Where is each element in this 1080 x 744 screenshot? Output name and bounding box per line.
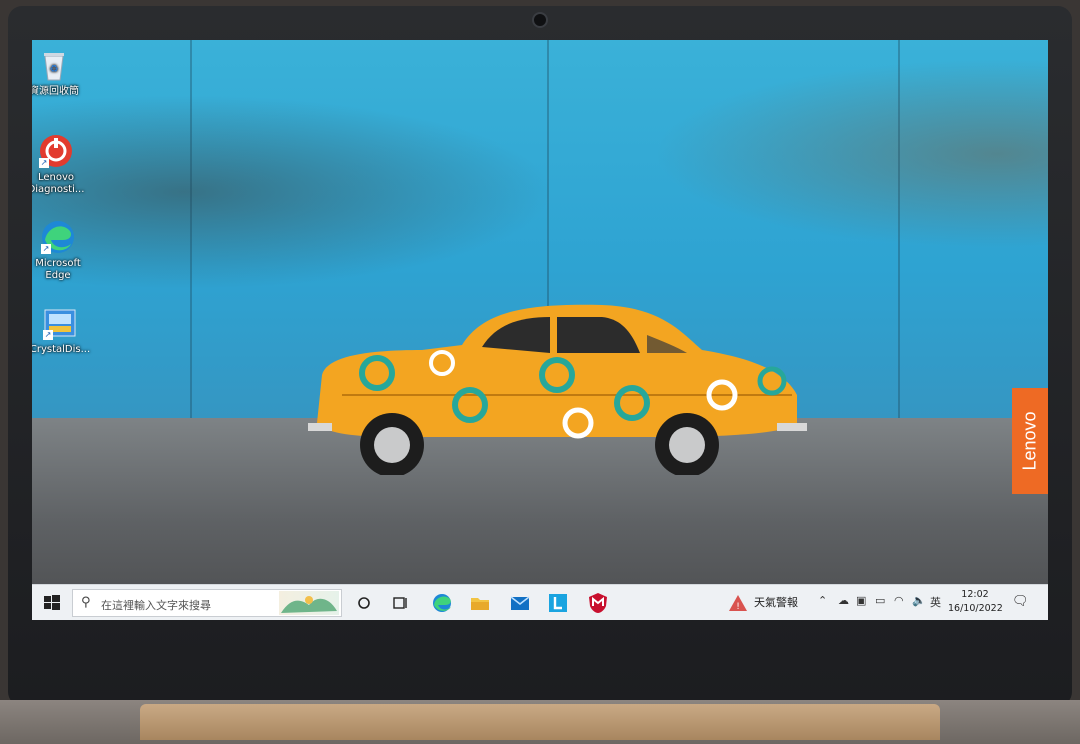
desktop-icon-recycle-bin[interactable]: ♻ 資源回收筒 bbox=[32, 48, 85, 98]
volume-icon[interactable]: 🔈 bbox=[912, 594, 926, 607]
wall-seam bbox=[898, 40, 900, 420]
taskbar-file-explorer[interactable] bbox=[468, 591, 492, 615]
folder-icon bbox=[471, 598, 489, 610]
taskbar-mcafee[interactable] bbox=[586, 591, 610, 615]
clock-time: 12:02 bbox=[961, 589, 989, 600]
taskbar-search-box[interactable]: ⚲ 在這裡輸入文字來搜尋 bbox=[72, 589, 342, 617]
desktop-icon-label: CrystalDis... bbox=[32, 344, 91, 355]
search-highlight-art bbox=[279, 591, 339, 615]
lenovo-diagnostics-icon: ↗ bbox=[39, 134, 73, 168]
svg-text:♻: ♻ bbox=[50, 64, 59, 75]
crystaldisk-icon: ↗ bbox=[43, 306, 77, 340]
task-view-icon bbox=[393, 597, 407, 609]
desktop-icon-label: Microsoft Edge bbox=[35, 258, 81, 281]
wallpaper-car bbox=[308, 304, 807, 475]
chevron-up-icon[interactable]: ⌃ bbox=[818, 594, 827, 607]
lenovo-brand-tab: Lenovo bbox=[1012, 388, 1048, 494]
desktop-icon-label: Lenovo Diagnosti... bbox=[32, 172, 85, 195]
battery-icon[interactable]: ▭ bbox=[875, 594, 885, 607]
shortcut-arrow-icon: ↗ bbox=[41, 244, 51, 254]
clock-date: 16/10/2022 bbox=[948, 603, 1003, 614]
ime-language-indicator[interactable]: 英 bbox=[930, 594, 941, 610]
shortcut-arrow-icon: ↗ bbox=[39, 158, 49, 168]
wall-seam bbox=[190, 40, 192, 420]
security-icon[interactable]: ▣ bbox=[856, 594, 866, 607]
cortana-icon bbox=[358, 597, 370, 609]
lenovo-vantage-icon bbox=[549, 594, 567, 612]
mail-icon bbox=[510, 596, 530, 610]
svg-text:!: ! bbox=[736, 602, 740, 612]
taskbar-mail[interactable] bbox=[508, 591, 532, 615]
mcafee-shield-icon bbox=[589, 593, 607, 613]
taskbar: ⚲ 在這裡輸入文字來搜尋 ! 天氣警報 ⌃ ☁ ▣ ▭ ◠ 🔈 英 12:02 … bbox=[32, 584, 1048, 620]
cortana-button[interactable] bbox=[352, 591, 376, 615]
search-icon: ⚲ bbox=[81, 595, 91, 610]
desktop-icon-edge[interactable]: ↗ Microsoft Edge bbox=[32, 220, 89, 282]
taskbar-edge[interactable] bbox=[430, 591, 454, 615]
windows-logo-icon bbox=[44, 595, 60, 610]
taskbar-lenovo-vantage[interactable] bbox=[546, 591, 570, 615]
wifi-icon[interactable]: ◠ bbox=[894, 594, 904, 607]
desktop-icon-label: 資源回收筒 bbox=[32, 86, 79, 97]
start-button[interactable] bbox=[42, 593, 62, 613]
task-view-button[interactable] bbox=[388, 591, 412, 615]
onedrive-icon[interactable]: ☁ bbox=[838, 594, 849, 607]
desktop-icon-lenovo-diagnostics[interactable]: ↗ Lenovo Diagnosti... bbox=[32, 134, 87, 196]
desktop-screen: Lenovo ♻ 資源回收筒 ↗ Lenovo Diagnosti... ↗ M… bbox=[32, 40, 1048, 620]
webcam bbox=[532, 12, 548, 28]
recycle-bin-icon: ♻ bbox=[37, 48, 71, 82]
edge-icon bbox=[433, 594, 451, 612]
laptop-hinge bbox=[140, 704, 940, 740]
lenovo-brand-label: Lenovo bbox=[1019, 411, 1040, 471]
taskbar-clock[interactable]: 12:02 16/10/2022 bbox=[948, 588, 1003, 616]
weather-warning-icon[interactable]: ! bbox=[728, 593, 748, 613]
notification-center-icon[interactable]: 🗨 bbox=[1012, 594, 1029, 609]
shortcut-arrow-icon: ↗ bbox=[43, 330, 53, 340]
search-placeholder: 在這裡輸入文字來搜尋 bbox=[101, 599, 211, 612]
weather-label[interactable]: 天氣警報 bbox=[754, 594, 798, 610]
desktop-icon-crystaldisk[interactable]: ↗ CrystalDis... bbox=[32, 306, 91, 356]
edge-icon: ↗ bbox=[41, 220, 75, 254]
